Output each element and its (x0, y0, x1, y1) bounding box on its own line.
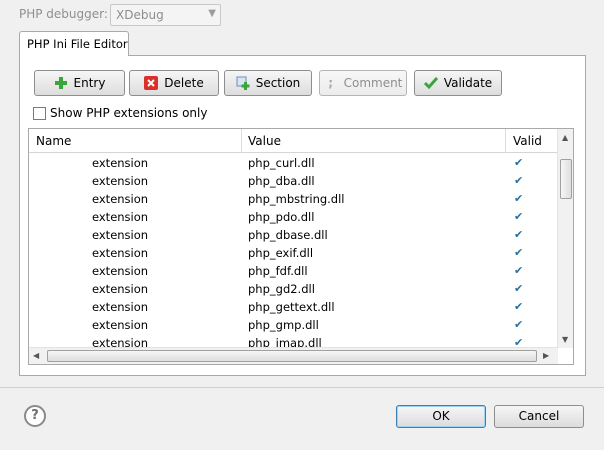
vertical-scroll-thumb[interactable] (560, 159, 572, 199)
valid-check-icon: ✔ (514, 156, 524, 169)
table-row[interactable]: extension php_dbase.dll ✔ (29, 226, 558, 244)
cell-name: extension (92, 246, 149, 260)
table-row[interactable]: extension php_curl.dll ✔ (29, 154, 558, 172)
table-row[interactable]: extension php_fdf.dll ✔ (29, 262, 558, 280)
table-row[interactable]: extension php_pdo.dll ✔ (29, 208, 558, 226)
cell-name: extension (92, 282, 149, 296)
cell-value: php_gd2.dll (248, 282, 315, 296)
horizontal-scroll-thumb[interactable] (47, 350, 537, 362)
cell-value: php_mbstring.dll (248, 192, 345, 206)
cell-name: extension (92, 192, 149, 206)
cell-value: php_dba.dll (248, 174, 315, 188)
comment-label: Comment (343, 76, 403, 90)
table-row[interactable]: extension php_dba.dll ✔ (29, 172, 558, 190)
cell-value: php_dbase.dll (248, 228, 328, 242)
validate-label: Validate (443, 76, 493, 90)
cell-value: php_gettext.dll (248, 300, 335, 314)
delete-button[interactable]: Delete (129, 70, 219, 96)
valid-check-icon: ✔ (514, 192, 524, 205)
table-row[interactable]: extension php_exif.dll ✔ (29, 244, 558, 262)
table-row[interactable]: extension php_gd2.dll ✔ (29, 280, 558, 298)
valid-check-icon: ✔ (514, 264, 524, 277)
cell-value: php_pdo.dll (248, 210, 315, 224)
column-header-name[interactable]: Name (36, 129, 71, 153)
valid-check-icon: ✔ (514, 174, 524, 187)
tab-label: PHP Ini File Editor (27, 37, 128, 51)
show-extensions-checkbox[interactable] (33, 107, 46, 120)
green-check-icon (423, 76, 438, 90)
horizontal-scrollbar[interactable]: ◀ ▶ (29, 347, 558, 364)
add-section-label: Section (255, 76, 301, 90)
cell-value: php_gmp.dll (248, 318, 319, 332)
column-header-valid[interactable]: Valid (513, 129, 542, 153)
valid-check-icon: ✔ (514, 246, 524, 259)
table-row[interactable]: extension php_gmp.dll ✔ (29, 316, 558, 334)
cell-name: extension (92, 174, 149, 188)
cell-value: php_exif.dll (248, 246, 314, 260)
add-entry-label: Entry (73, 76, 106, 90)
valid-check-icon: ✔ (514, 282, 524, 295)
php-debugger-label: PHP debugger: (19, 7, 108, 21)
chevron-down-icon: ▼ (208, 8, 216, 19)
valid-check-icon: ✔ (514, 300, 524, 313)
valid-check-icon: ✔ (514, 228, 524, 241)
cell-value: php_fdf.dll (248, 264, 308, 278)
scroll-down-icon[interactable]: ▼ (562, 335, 568, 344)
valid-check-icon: ✔ (514, 210, 524, 223)
help-question-icon[interactable]: ? (24, 405, 46, 427)
ini-entries-table[interactable]: Name Value Valid extension php_curl.dll ✔ e… (28, 128, 574, 365)
comment-button[interactable]: ; Comment (319, 70, 407, 96)
scroll-left-icon[interactable]: ◀ (33, 351, 39, 360)
cell-name: extension (92, 228, 149, 242)
vertical-scrollbar[interactable]: ▲ ▼ (557, 129, 573, 348)
tab-php-ini-file-editor[interactable]: PHP Ini File Editor (19, 31, 129, 56)
table-row[interactable]: extension php_gettext.dll ✔ (29, 298, 558, 316)
delete-label: Delete (164, 76, 204, 90)
column-divider[interactable] (505, 129, 506, 153)
validate-button[interactable]: Validate (414, 70, 502, 96)
add-section-button[interactable]: Section (224, 70, 312, 96)
cell-name: extension (92, 300, 149, 314)
show-extensions-label[interactable]: Show PHP extensions only (50, 106, 207, 120)
add-entry-button[interactable]: Entry (34, 70, 125, 96)
column-header-value[interactable]: Value (248, 129, 281, 153)
valid-check-icon: ✔ (514, 318, 524, 331)
dialog-separator (0, 387, 604, 388)
php-debugger-select[interactable]: XDebug ▼ (110, 4, 221, 26)
column-divider[interactable] (241, 129, 242, 153)
ok-button[interactable]: OK (396, 405, 486, 428)
red-x-icon (144, 76, 159, 90)
cell-name: extension (92, 264, 149, 278)
table-row[interactable]: extension php_mbstring.dll ✔ (29, 190, 558, 208)
cell-name: extension (92, 210, 149, 224)
cell-name: extension (92, 156, 149, 170)
add-section-icon (236, 76, 250, 90)
table-header: Name Value Valid (29, 129, 558, 153)
plus-icon (54, 76, 68, 90)
cancel-button[interactable]: Cancel (494, 405, 584, 428)
cell-name: extension (92, 318, 149, 332)
php-debugger-value: XDebug (116, 8, 164, 22)
cell-value: php_curl.dll (248, 156, 315, 170)
scroll-up-icon[interactable]: ▲ (562, 133, 568, 142)
semicolon-icon: ; (328, 76, 333, 90)
scroll-right-icon[interactable]: ▶ (543, 351, 549, 360)
